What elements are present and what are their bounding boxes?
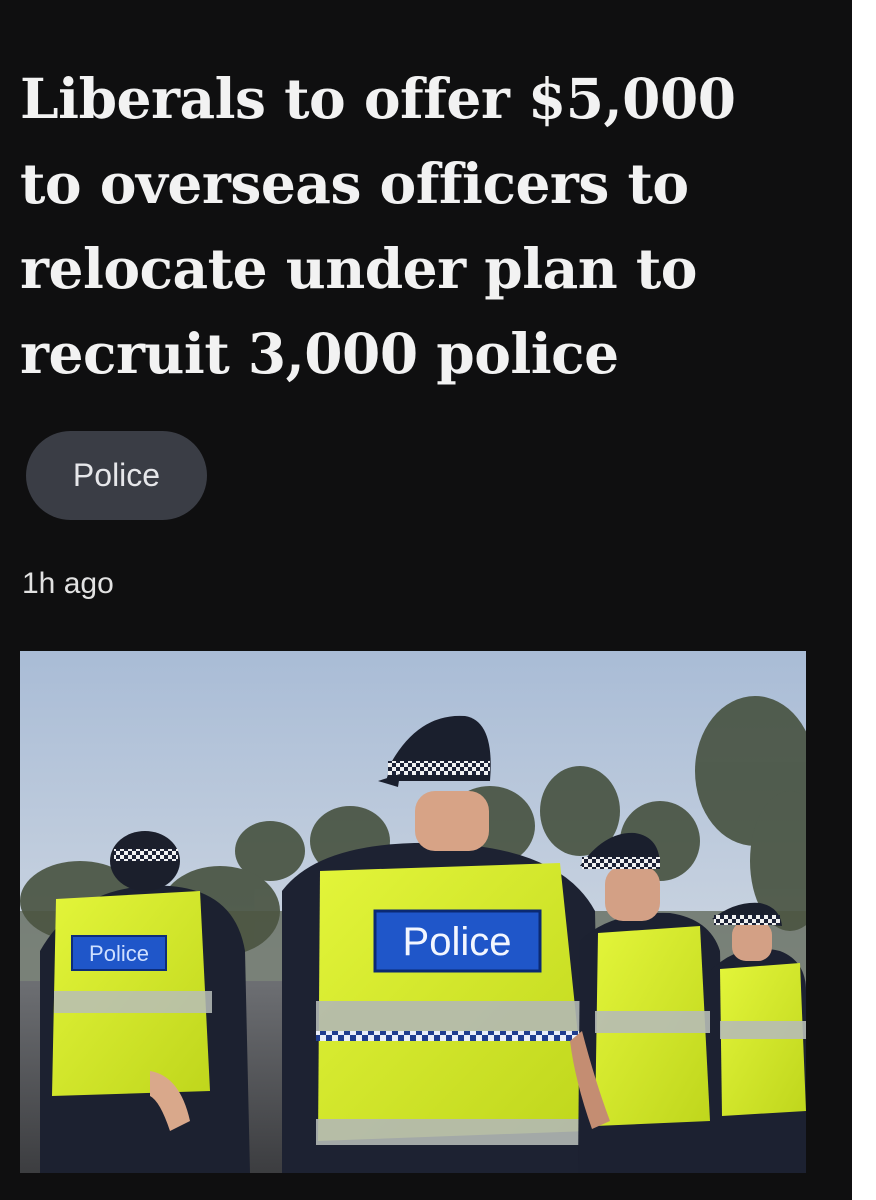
topic-tag-button[interactable]: Police: [26, 431, 207, 520]
police-officers-photo: Police Police: [20, 651, 806, 1173]
headline-line: relocate under plan to: [20, 236, 697, 301]
article-timestamp: 1h ago: [22, 567, 114, 600]
headline-line: to overseas officers to: [20, 151, 689, 216]
headline-line: recruit 3,000 police: [20, 321, 619, 386]
headline-line: Liberals to offer $5,000: [20, 66, 736, 131]
article-headline[interactable]: Liberals to offer $5,000 to overseas off…: [20, 56, 820, 396]
vest-text: Police: [89, 941, 149, 966]
topic-tag-label: Police: [72, 457, 161, 493]
vest-text: Police: [403, 920, 512, 964]
article-hero-image[interactable]: Police Police: [20, 651, 806, 1173]
article-view: Liberals to offer $5,000 to overseas off…: [0, 0, 852, 1200]
